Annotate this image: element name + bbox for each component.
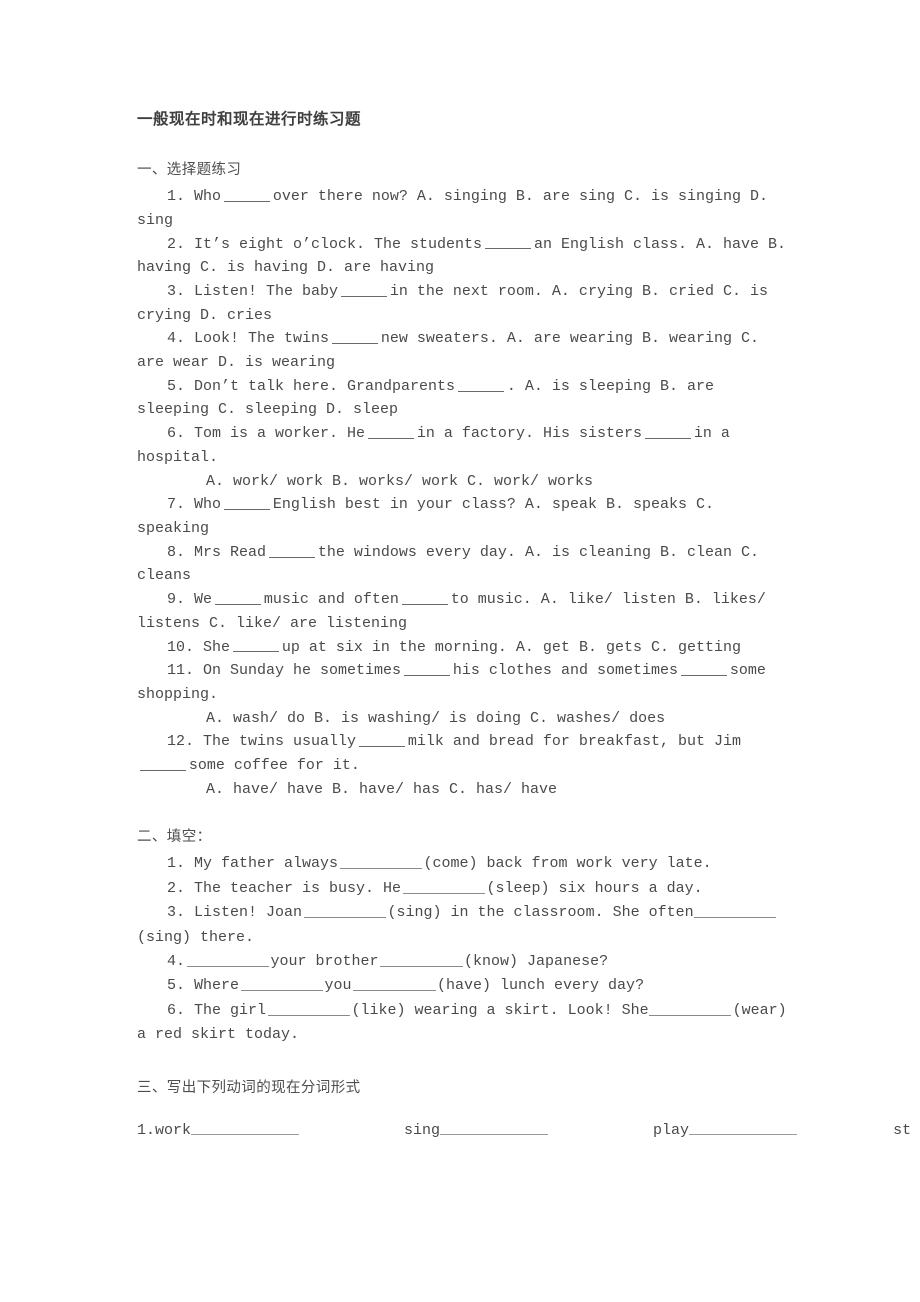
section-two-questions: 1. My father always (come) back from work… — [137, 852, 790, 1047]
section-heading-one: 一、选择题练习 — [137, 162, 242, 179]
fill-question-5-text-after: (have) lunch every day? — [437, 977, 645, 995]
fill-blank[interactable] — [353, 976, 436, 992]
verb-row-number: 1. — [137, 1121, 156, 1139]
answer-blank[interactable] — [680, 661, 728, 677]
verb-item-sing: sing — [404, 1119, 549, 1143]
fill-blank[interactable] — [380, 952, 463, 967]
answer-blank[interactable] — [331, 329, 379, 345]
fill-blank[interactable] — [339, 854, 423, 870]
question-3: 3. Listen! The baby in the next room. A. … — [137, 280, 790, 327]
fill-blank[interactable] — [186, 952, 270, 967]
fill-question-5: 5. Where you (have) lunch every day? — [137, 974, 790, 998]
question-12: 12. The twins usually milk and bread for … — [137, 730, 790, 777]
question-6-text-before: 6. Tom is a worker. He — [167, 425, 366, 443]
answer-blank[interactable] — [484, 234, 532, 250]
question-11-text-before: 11. On Sunday he sometimes — [167, 662, 402, 680]
question-9-text-before: 9. We — [167, 591, 213, 609]
document-page: 一般现在时和现在进行时练习题 一、选择题练习 1. Who over there … — [0, 0, 920, 1302]
answer-blank[interactable] — [403, 661, 451, 677]
verb-label: play — [653, 1121, 690, 1139]
verb-item-truncated: st — [893, 1121, 912, 1139]
fill-blank[interactable] — [693, 903, 777, 919]
answer-blank[interactable] — [223, 187, 271, 202]
question-1-text-before: 1. Who — [167, 188, 222, 206]
question-6-text-middle: in a factory. His sisters — [416, 425, 642, 443]
question-12-text-after: some coffee for it. — [188, 757, 360, 775]
question-10: 10. She up at six in the morning. A. get … — [137, 636, 790, 660]
fill-blank[interactable] — [240, 976, 324, 992]
question-7-text-before: 7. Who — [167, 496, 222, 514]
answer-blank[interactable] — [214, 590, 262, 605]
fill-question-6: 6. The girl (like) wearing a skirt. Look!… — [137, 999, 790, 1048]
question-8-text-before: 8. Mrs Read — [167, 543, 267, 561]
answer-blank[interactable] — [358, 732, 406, 748]
answer-blank[interactable] — [340, 282, 388, 297]
fill-blank[interactable] — [402, 878, 486, 894]
question-9: 9. We music and often to music. A. like/ l… — [137, 588, 790, 635]
fill-question-5-text-middle: you — [324, 977, 352, 995]
section-one-questions: 1. Who over there now? A. singing B. are … — [137, 185, 790, 801]
page-title: 一般现在时和现在进行时练习题 — [137, 111, 362, 128]
answer-blank[interactable] — [367, 424, 415, 439]
question-2-text-before: 2. It’s eight o’clock. The students — [167, 235, 483, 253]
answer-blank[interactable] — [232, 637, 280, 653]
fill-question-3-text-middle: (sing) in the classroom. She often — [387, 904, 694, 922]
question-1: 1. Who over there now? A. singing B. are … — [137, 185, 790, 232]
question-7: 7. Who English best in your class? A. spe… — [137, 493, 790, 540]
question-11-options: A. wash/ do B. is washing/ is doing C. w… — [206, 709, 666, 727]
fill-question-2-text-after: (sleep) six hours a day. — [486, 879, 703, 897]
question-3-text-before: 3. Listen! The baby — [167, 282, 339, 300]
question-4: 4. Look! The twins new sweaters. A. are w… — [137, 327, 790, 374]
question-2: 2. It’s eight o’clock. The students an En… — [137, 233, 790, 280]
section-heading-two: 二、填空： — [137, 829, 212, 846]
answer-blank[interactable] — [457, 376, 505, 392]
fill-question-2-text-before: 2. The teacher is busy. He — [167, 879, 402, 897]
fill-question-1: 1. My father always (come) back from work… — [137, 852, 790, 876]
fill-question-4-text-after: (know) Japanese? — [464, 953, 609, 971]
question-12-text-before: 12. The twins usually — [167, 733, 357, 751]
fill-question-3: 3. Listen! Joan (sing) in the classroom. … — [137, 901, 790, 950]
question-8: 8. Mrs Read the windows every day. A. is … — [137, 541, 790, 588]
fill-question-2: 2. The teacher is busy. He (sleep) six ho… — [137, 877, 790, 901]
answer-blank[interactable] — [139, 756, 187, 771]
verb-exercise-row: 1.work sing play st — [137, 1119, 911, 1143]
question-9-text-middle: music and often — [263, 591, 399, 609]
fill-question-4-text-middle: your brother — [270, 953, 379, 971]
fill-question-4-text-before: 4. — [167, 953, 186, 971]
question-6: 6. Tom is a worker. He in a factory. His … — [137, 422, 790, 469]
question-6-options: A. work/ work B. works/ work C. work/ wo… — [206, 472, 594, 490]
fill-question-1-text-after: (come) back from work very late. — [423, 855, 712, 873]
answer-blank[interactable] — [644, 424, 692, 439]
section-heading-three: 三、写出下列动词的现在分词形式 — [137, 1079, 361, 1096]
fill-blank[interactable] — [267, 1000, 351, 1016]
verb-label: work — [155, 1121, 192, 1139]
question-5: 5. Don’t talk here. Grandparents. A. is … — [137, 375, 790, 422]
fill-question-4: 4. your brother (know) Japanese? — [137, 950, 790, 974]
verb-item-play: play — [653, 1119, 798, 1143]
question-10-text-after: up at six in the morning. A. get B. gets… — [281, 638, 741, 656]
verb-label: sing — [404, 1121, 441, 1139]
question-11-text-middle: his clothes and sometimes — [452, 662, 678, 680]
answer-blank[interactable] — [223, 495, 271, 511]
question-12-options: A. have/ have B. have/ has C. has/ have — [206, 780, 558, 798]
fill-question-3-text-after: (sing) there. — [137, 928, 255, 946]
fill-question-3-text-before: 3. Listen! Joan — [167, 904, 303, 922]
question-10-text-before: 10. She — [167, 638, 231, 656]
answer-blank[interactable] — [401, 590, 449, 605]
verb-blank[interactable] — [440, 1121, 549, 1136]
verb-blank[interactable] — [191, 1121, 300, 1136]
fill-question-5-text-before: 5. Where — [167, 977, 240, 995]
fill-blank[interactable] — [648, 1000, 732, 1016]
verb-blank[interactable] — [689, 1121, 798, 1136]
fill-question-6-text-middle: (like) wearing a skirt. Look! She — [351, 1001, 649, 1019]
verb-item-work: work — [155, 1119, 300, 1143]
question-5-text-before: 5. Don’t talk here. Grandparents — [167, 377, 456, 395]
question-11: 11. On Sunday he sometimes his clothes an… — [137, 659, 790, 706]
answer-blank[interactable] — [268, 542, 316, 558]
fill-question-1-text-before: 1. My father always — [167, 855, 339, 873]
question-4-text-before: 4. Look! The twins — [167, 330, 330, 348]
fill-question-6-text-before: 6. The girl — [167, 1001, 267, 1019]
question-12-text-middle: milk and bread for breakfast, but Jim — [407, 733, 741, 751]
fill-blank[interactable] — [303, 903, 387, 919]
